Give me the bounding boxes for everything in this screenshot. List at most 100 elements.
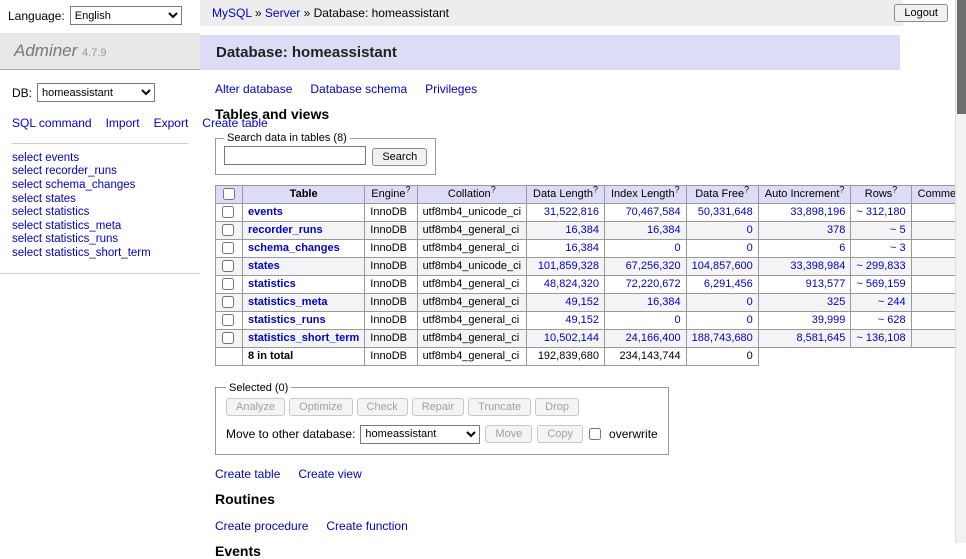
table-select-link[interactable]: select xyxy=(12,165,42,177)
drop-button[interactable]: Drop xyxy=(535,398,579,416)
table-name-link[interactable]: schema_changes xyxy=(248,242,340,254)
action-link[interactable]: Create procedure xyxy=(215,519,308,533)
table-name-link[interactable]: states xyxy=(248,260,280,272)
table-select-link[interactable]: select xyxy=(12,206,42,218)
data-length-link[interactable]: 16,384 xyxy=(565,224,599,236)
table-name-link[interactable]: statistics_meta xyxy=(45,220,121,232)
sidebar-link[interactable]: Export xyxy=(154,116,189,130)
auto-increment-link[interactable]: 8,581,645 xyxy=(796,332,845,344)
table-name-link[interactable]: recorder_runs xyxy=(248,224,323,236)
data-free-link[interactable]: 6,291,456 xyxy=(704,278,753,290)
sidebar-link[interactable]: Import xyxy=(106,116,140,130)
action-link[interactable]: Create view xyxy=(298,467,361,481)
table-name-link[interactable]: recorder_runs xyxy=(45,165,117,177)
rows-link[interactable]: ~ 244 xyxy=(878,296,906,308)
row-checkbox[interactable] xyxy=(222,296,234,308)
rows-link[interactable]: ~ 312,180 xyxy=(856,206,905,218)
index-length-link[interactable]: 0 xyxy=(675,242,681,254)
data-length-link[interactable]: 10,502,144 xyxy=(544,332,599,344)
sidebar-link[interactable]: SQL command xyxy=(12,116,92,130)
index-length-link[interactable]: 16,384 xyxy=(647,224,681,236)
row-checkbox[interactable] xyxy=(222,278,234,290)
action-link[interactable]: Create table xyxy=(215,467,280,481)
table-name-link[interactable]: statistics_short_term xyxy=(248,332,359,344)
rows-link[interactable]: ~ 569,159 xyxy=(856,278,905,290)
select-all-checkbox[interactable] xyxy=(223,188,235,200)
repair-button[interactable]: Repair xyxy=(412,398,464,416)
data-free-link[interactable]: 104,857,600 xyxy=(692,260,753,272)
auto-increment-link[interactable]: 913,577 xyxy=(806,278,846,290)
index-length-link[interactable]: 0 xyxy=(675,314,681,326)
help-link[interactable]: ? xyxy=(593,184,598,194)
table-select-link[interactable]: select xyxy=(12,193,42,205)
data-free-link[interactable]: 50,331,648 xyxy=(698,206,753,218)
truncate-button[interactable]: Truncate xyxy=(468,398,531,416)
index-length-link[interactable]: 24,166,400 xyxy=(626,332,681,344)
auto-increment-link[interactable]: 378 xyxy=(827,224,845,236)
index-length-link[interactable]: 70,467,584 xyxy=(626,206,681,218)
copy-button[interactable]: Copy xyxy=(537,425,583,443)
action-link[interactable]: Alter database xyxy=(215,82,292,96)
help-link[interactable]: ? xyxy=(892,184,897,194)
rows-link[interactable]: ~ 299,833 xyxy=(856,260,905,272)
row-checkbox[interactable] xyxy=(222,332,234,344)
auto-increment-link[interactable]: 39,999 xyxy=(812,314,846,326)
action-link[interactable]: Create function xyxy=(326,519,407,533)
rows-link[interactable]: ~ 3 xyxy=(890,242,906,254)
data-length-link[interactable]: 31,522,816 xyxy=(544,206,599,218)
row-checkbox[interactable] xyxy=(222,260,234,272)
action-link[interactable]: Database schema xyxy=(310,82,407,96)
help-link[interactable]: ? xyxy=(406,184,411,194)
table-select-link[interactable]: select xyxy=(12,233,42,245)
table-name-link[interactable]: states xyxy=(45,193,76,205)
table-name-link[interactable]: statistics_short_term xyxy=(45,247,150,259)
data-length-link[interactable]: 49,152 xyxy=(565,314,599,326)
data-length-link[interactable]: 16,384 xyxy=(565,242,599,254)
table-name-link[interactable]: events xyxy=(248,206,283,218)
auto-increment-link[interactable]: 6 xyxy=(839,242,845,254)
table-name-link[interactable]: statistics_runs xyxy=(45,233,118,245)
app-name-link[interactable]: Adminer xyxy=(14,41,77,60)
auto-increment-link[interactable]: 33,398,984 xyxy=(790,260,845,272)
move-db-select[interactable]: homeassistant xyxy=(360,425,480,444)
row-checkbox[interactable] xyxy=(222,242,234,254)
analyze-button[interactable]: Analyze xyxy=(226,398,285,416)
table-select-link[interactable]: select xyxy=(12,247,42,259)
data-free-link[interactable]: 188,743,680 xyxy=(692,332,753,344)
index-length-link[interactable]: 67,256,320 xyxy=(626,260,681,272)
help-link[interactable]: ? xyxy=(744,184,749,194)
index-length-link[interactable]: 16,384 xyxy=(647,296,681,308)
db-select[interactable]: homeassistant xyxy=(37,83,155,102)
breadcrumb-link[interactable]: Server xyxy=(265,6,300,20)
data-free-link[interactable]: 0 xyxy=(747,242,753,254)
move-button[interactable]: Move xyxy=(485,425,532,443)
rows-link[interactable]: ~ 628 xyxy=(878,314,906,326)
row-checkbox[interactable] xyxy=(222,314,234,326)
data-length-link[interactable]: 48,824,320 xyxy=(544,278,599,290)
data-length-link[interactable]: 101,859,328 xyxy=(538,260,599,272)
rows-link[interactable]: ~ 5 xyxy=(890,224,906,236)
action-link[interactable]: Privileges xyxy=(425,82,477,96)
overwrite-checkbox[interactable] xyxy=(589,428,601,440)
table-name-link[interactable]: statistics_meta xyxy=(248,296,328,308)
check-button[interactable]: Check xyxy=(357,398,408,416)
table-name-link[interactable]: events xyxy=(45,152,79,164)
scrollbar-thumb[interactable] xyxy=(957,0,966,114)
data-free-link[interactable]: 0 xyxy=(747,296,753,308)
help-link[interactable]: ? xyxy=(491,184,496,194)
optimize-button[interactable]: Optimize xyxy=(289,398,352,416)
table-select-link[interactable]: select xyxy=(12,152,42,164)
table-select-link[interactable]: select xyxy=(12,220,42,232)
row-checkbox[interactable] xyxy=(222,206,234,218)
auto-increment-link[interactable]: 33,898,196 xyxy=(790,206,845,218)
table-name-link[interactable]: schema_changes xyxy=(45,179,135,191)
table-name-link[interactable]: statistics xyxy=(45,206,89,218)
search-input[interactable] xyxy=(224,146,366,165)
table-name-link[interactable]: statistics_runs xyxy=(248,314,326,326)
data-free-link[interactable]: 0 xyxy=(747,314,753,326)
logout-button[interactable]: Logout xyxy=(894,4,948,22)
search-button[interactable]: Search xyxy=(372,148,427,166)
language-select[interactable]: English xyxy=(70,6,182,25)
table-name-link[interactable]: statistics xyxy=(248,278,296,290)
help-link[interactable]: ? xyxy=(675,184,680,194)
